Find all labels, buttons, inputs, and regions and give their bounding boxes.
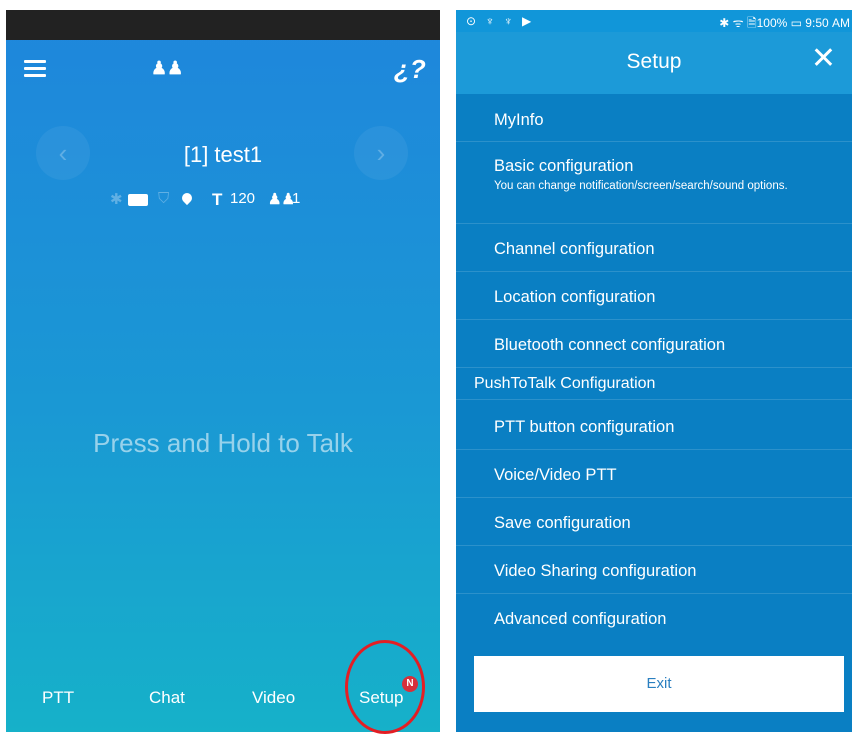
channel-title: [1] test1 [183,142,263,167]
press-to-talk-area[interactable]: Press and Hold to Talk [6,428,440,459]
section-label: PushToTalk Configuration [474,375,656,392]
menu-item-channel-configuration[interactable]: Channel configuration [456,224,852,272]
location-icon [179,190,195,206]
tab-video[interactable]: Video [252,688,295,708]
menu-item-label: Bluetooth connect configuration [494,336,726,354]
menu-item-voice-video-ptt[interactable]: Voice/Video PTT [456,450,852,498]
group-icon: ♟♟ [268,191,295,208]
menu-item-video-sharing-configuration[interactable]: Video Sharing configuration [456,546,852,594]
menu-item-ptt-button-configuration[interactable]: PTT button configuration [456,402,852,450]
unlink-icon[interactable]: ¿? [394,54,426,85]
bluetooth-icon: ✱ [110,191,123,208]
setup-header: Setup ✕ [456,32,852,94]
menu-item-description: You can change notification/screen/searc… [494,180,788,192]
menu-item-label: Advanced configuration [494,610,667,628]
page-title: Setup [626,50,682,73]
status-left: ⊙ ♆ ♆ ▶ [466,14,535,28]
tab-ptt[interactable]: PTT [42,688,74,708]
menu-item-bluetooth-configuration[interactable]: Bluetooth connect configuration [456,320,852,368]
tab-chat[interactable]: Chat [149,688,185,708]
menu-item-save-configuration[interactable]: Save configuration [456,498,852,546]
exit-button[interactable]: Exit [474,656,844,712]
menu-item-label: Location configuration [494,288,656,306]
menu-item-label: Voice/Video PTT [494,466,617,484]
menu-item-myinfo[interactable]: MyInfo [456,94,852,142]
text-icon: T [212,190,223,209]
contacts-icon[interactable]: ♟♟ [151,58,183,79]
ptt-main-screen: ♟♟ ¿? ‹ › [1] test1 ✱ ⛉ T 120 ♟♟ 1 Press… [6,10,440,732]
menu-item-advanced-configuration[interactable]: Advanced configuration [456,594,852,642]
text-count: 120 [230,190,256,207]
menu-item-label: Channel configuration [494,240,655,258]
menu-item-label: Video Sharing configuration [494,562,697,580]
section-header-ptt: PushToTalk Configuration [456,370,852,400]
highlight-circle [345,640,425,734]
close-icon[interactable]: ✕ [811,44,836,74]
menu-item-label: MyInfo [494,111,544,129]
menu-item-label: Basic configuration [494,157,634,175]
menu-item-label: PTT button configuration [494,418,675,436]
menu-icon[interactable] [24,60,46,78]
menu-item-label: Save configuration [494,514,631,532]
recorder-icon [128,194,148,206]
status-bar: ⊙ ♆ ♆ ▶ ✱ ᯤ 🗎100% ▭ 9:50 AM [456,10,852,32]
menu-item-location-configuration[interactable]: Location configuration [456,272,852,320]
shield-icon: ⛉ [158,190,170,207]
top-bar: ♟♟ ¿? [6,40,440,100]
status-bar [6,10,440,40]
member-count: 1 [292,190,301,207]
setup-screen: ⊙ ♆ ♆ ▶ ✱ ᯤ 🗎100% ▭ 9:50 AM Setup ✕ MyIn… [456,10,852,732]
menu-item-basic-configuration[interactable]: Basic configuration You can change notif… [456,142,852,224]
